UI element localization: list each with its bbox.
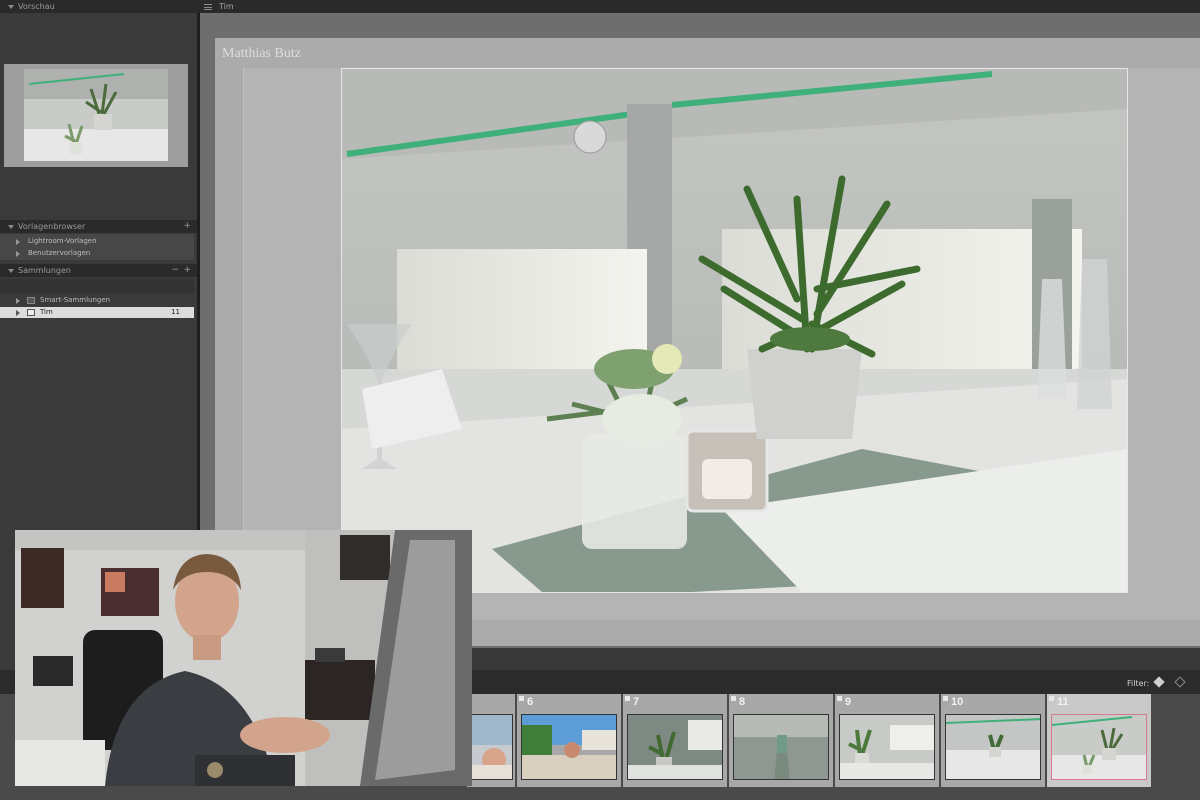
templates-panel-header[interactable]: Vorlagenbrowser + [0,220,197,233]
template-item-lightroom[interactable]: Lightroom-Vorlagen [0,236,194,247]
preview-panel-header[interactable]: Vorschau [0,0,197,13]
filmstrip-cell[interactable]: 8 [729,694,833,787]
preview-header-label: Vorschau [18,2,55,11]
collections-panel-header[interactable]: Sammlungen − + [0,264,197,277]
main-photo[interactable] [341,68,1128,593]
thumbnail [1051,714,1147,780]
collapse-icon [8,4,14,9]
filmstrip-cell[interactable]: 6 [517,694,621,787]
filmstrip-cell[interactable]: 7 [623,694,727,787]
cell-number: 8 [739,696,746,708]
cell-number: 9 [845,696,852,708]
cell-number: 6 [527,696,534,708]
collection-label: Smart-Sammlungen [40,296,111,304]
collections-filter-field[interactable] [0,279,194,293]
cell-number: 7 [633,696,640,708]
add-icon[interactable]: + [183,220,191,233]
cell-marker-icon [519,696,524,701]
expand-arrow-icon[interactable] [16,298,20,304]
thumbnail [521,714,617,780]
cell-marker-icon [943,696,948,701]
filter-label: Filter: [1127,679,1150,688]
filter-unflagged-icon[interactable] [1174,676,1186,688]
add-icon[interactable]: + [183,264,191,277]
template-item-label: Lightroom-Vorlagen [28,237,97,245]
expand-arrow-icon[interactable] [16,239,20,245]
filmstrip-cell-selected[interactable]: 11 [1047,694,1151,787]
filmstrip-cell[interactable] [467,694,515,787]
thumbnail [471,714,513,780]
collection-item-smart[interactable]: Smart-Sammlungen [0,295,194,306]
webcam-overlay [15,530,472,786]
cell-marker-icon [1049,696,1054,701]
template-item-label: Benutzervorlagen [28,249,91,257]
collapse-icon [8,268,14,273]
preview-thumbnail [4,64,188,167]
menu-icon[interactable] [204,4,212,10]
presenter-video [15,530,472,786]
templates-header-label: Vorlagenbrowser [18,222,86,231]
collapse-icon [8,224,14,229]
collection-label: Tim [40,308,53,316]
top-bar: Tim [197,0,1200,13]
table-decoration-photo [342,69,1127,592]
thumbnail [733,714,829,780]
smart-collection-icon [27,297,35,304]
collection-count: 11 [171,308,180,316]
filmstrip-cell[interactable]: 10 [941,694,1045,787]
template-item-user[interactable]: Benutzervorlagen [0,248,194,259]
thumbnail [839,714,935,780]
thumbnail [627,714,723,780]
filmstrip-cell[interactable]: 9 [835,694,939,787]
cell-marker-icon [837,696,842,701]
expand-arrow-icon[interactable] [16,251,20,257]
identity-plate[interactable]: Matthias Butz [222,46,301,62]
filter-flag-icon[interactable] [1153,676,1165,688]
collection-item-tim[interactable]: Tim 11 [0,307,194,318]
remove-icon[interactable]: − [171,264,179,277]
preview-image [24,69,168,161]
collection-icon [27,309,35,316]
collections-header-label: Sammlungen [18,266,71,275]
cell-marker-icon [731,696,736,701]
collection-title: Tim [219,2,234,11]
thumbnail [945,714,1041,780]
cell-number: 11 [1057,696,1069,708]
cell-marker-icon [625,696,630,701]
expand-arrow-icon[interactable] [16,310,20,316]
cell-number: 10 [951,696,964,708]
